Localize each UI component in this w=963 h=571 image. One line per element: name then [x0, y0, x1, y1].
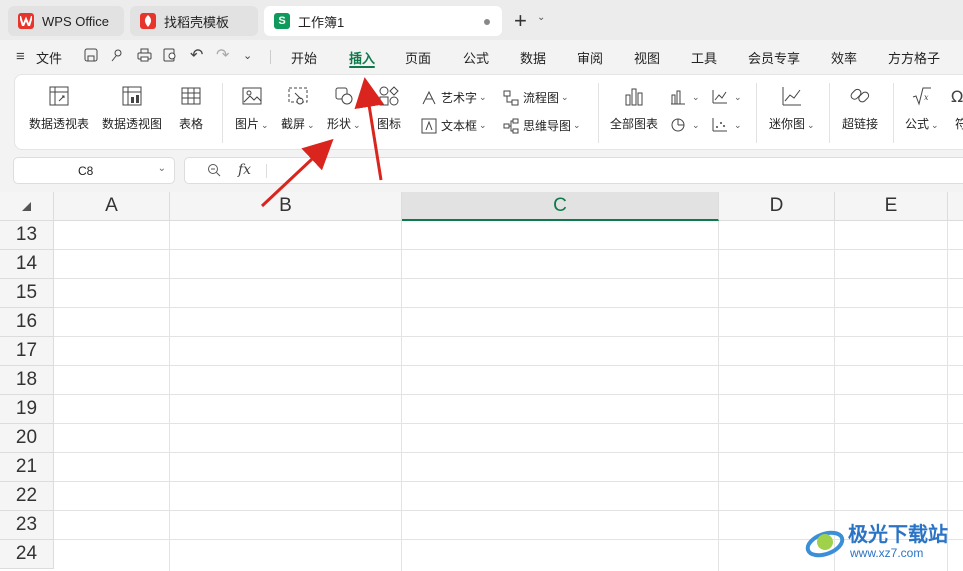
annotation-arrows [260, 77, 385, 208]
watermark-title: 极光下载站 [848, 524, 948, 546]
app-window: WPS Office 找稻壳模板 S 工作簿1 + ⌄ ≡ 文件 ↶ ↷ ⌄ 开… [0, 0, 963, 571]
watermark-url: www.xz7.com [850, 546, 924, 560]
watermark: 极光下载站 www.xz7.com [804, 516, 960, 568]
arrow-to-insert-tab [354, 77, 385, 181]
arrow-to-shape-button [260, 138, 334, 208]
watermark-logo-icon [805, 530, 845, 558]
